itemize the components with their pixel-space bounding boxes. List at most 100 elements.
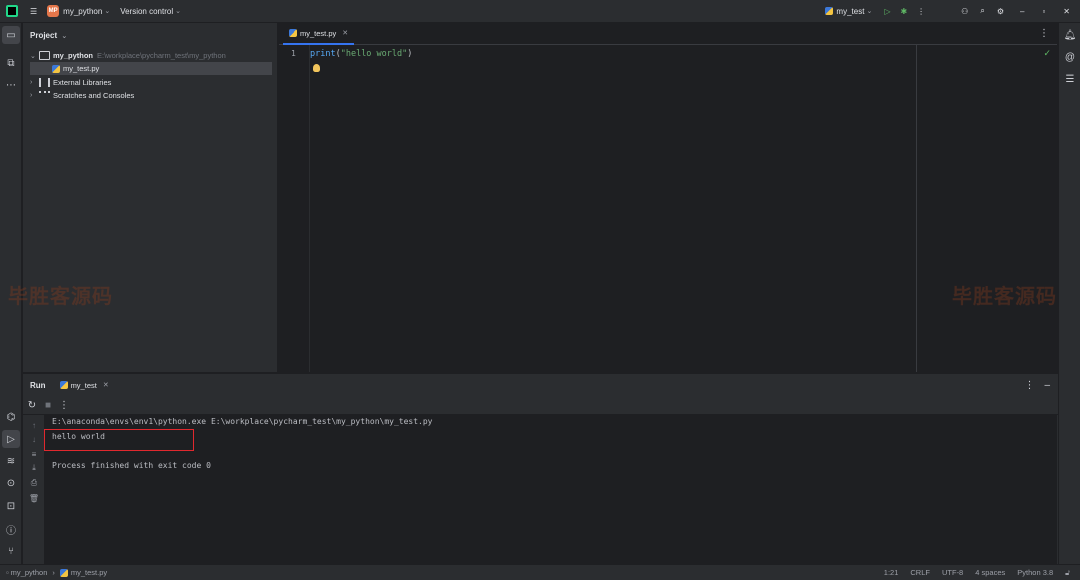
project-folder-icon[interactable]: ▭: [2, 26, 20, 44]
editor-tab-label: my_test.py: [300, 28, 337, 38]
tree-item-path: E:\workplace\pycharm_test\my_python: [97, 51, 226, 60]
problems-icon[interactable]: ⓘ: [2, 520, 20, 538]
chevron-down-icon: ⌄: [866, 8, 873, 15]
breadcrumb-project[interactable]: my_python: [11, 568, 48, 577]
run-panel-header: Run my_test ✕ ⋮ –: [23, 374, 1058, 396]
run-config-label: my_test: [836, 6, 865, 16]
run-panel-title: Run: [30, 380, 46, 390]
right-margin-guide: [916, 45, 917, 372]
chevron-right-icon: ›: [30, 79, 33, 86]
line-ending[interactable]: CRLF: [910, 568, 930, 578]
run-panel-more-icon[interactable]: ⋮: [1024, 380, 1034, 391]
intention-bulb-icon[interactable]: [313, 64, 320, 72]
database-icon[interactable]: ☰: [1061, 70, 1079, 88]
main-menu-icon[interactable]: ☰: [30, 7, 37, 16]
python-file-icon: [59, 381, 68, 389]
scroll-to-end-icon[interactable]: ⤓: [27, 462, 41, 474]
maximize-icon[interactable]: ▫: [1042, 7, 1045, 16]
editor-tab-bar: my_test.py ✕ ⋮: [279, 23, 1057, 45]
tree-item-project-root[interactable]: ⌄ my_python E:\workplace\pycharm_test\my…: [30, 49, 275, 62]
app-logo-icon[interactable]: [6, 5, 18, 17]
git-branch-icon[interactable]: ⑂: [2, 542, 20, 560]
soft-wrap-icon[interactable]: ≡: [27, 448, 41, 460]
chevron-down-icon: ⌄: [61, 33, 68, 40]
debug-icon[interactable]: ✱: [900, 7, 907, 16]
scroll-down-arrow-icon[interactable]: ↓: [27, 433, 41, 445]
library-icon: [39, 78, 50, 87]
breadcrumb: ▫ my_python › my_test.py: [6, 568, 107, 577]
project-panel-title-label: Project: [30, 31, 58, 40]
token-string: "hello world": [340, 49, 408, 59]
caret-position[interactable]: 1:21: [884, 568, 899, 578]
chevron-right-icon: ›: [52, 568, 55, 577]
search-icon[interactable]: ⌕: [980, 6, 984, 16]
stop-icon[interactable]: ■: [42, 400, 54, 411]
scratches-icon: [39, 91, 50, 100]
scroll-up-arrow-icon[interactable]: ↑: [27, 419, 41, 431]
status-widgets: 1:21 CRLF UTF-8 4 spaces Python 3.8 🔓︎: [872, 568, 1070, 578]
lock-icon[interactable]: 🔓︎: [1065, 568, 1070, 578]
tree-item-scratches[interactable]: › Scratches and Consoles: [30, 89, 275, 102]
editor-tab-my-test-py[interactable]: my_test.py ✕: [283, 23, 355, 45]
chevron-right-icon: ›: [30, 92, 33, 99]
vcs-label: Version control: [120, 6, 174, 16]
more-options-icon[interactable]: ⋮: [917, 7, 925, 16]
code-line[interactable]: print("hello world"): [310, 49, 412, 59]
structure-icon[interactable]: ⧉: [2, 54, 20, 72]
settings-gear-icon[interactable]: ⚙: [997, 7, 1004, 16]
python-file-icon: [289, 29, 297, 37]
clear-trash-icon[interactable]: 🗑︎: [27, 492, 41, 504]
tree-item-my-test-py[interactable]: my_test.py: [30, 62, 272, 75]
notifications-bell-icon[interactable]: 🔔︎: [1061, 26, 1079, 44]
editor-tabs-more-icon[interactable]: ⋮: [1039, 28, 1049, 39]
output-highlight-box: [44, 429, 194, 451]
python-packages-icon[interactable]: ⌬: [2, 408, 20, 426]
run-icon[interactable]: ▷: [884, 7, 890, 16]
python-file-icon: [825, 7, 834, 15]
watermark-left: 毕胜客源码: [8, 286, 113, 308]
gutter-divider: [309, 45, 310, 372]
code-editor[interactable]: 1 print("hello world") ✓: [279, 45, 1057, 372]
rerun-icon[interactable]: ↻: [26, 400, 38, 411]
chevron-down-icon: ⌄: [30, 52, 36, 60]
chevron-down-icon: ⌄: [104, 8, 111, 15]
module-icon: ▫: [6, 568, 9, 577]
tree-item-label: External Libraries: [53, 78, 112, 87]
more-tools-icon[interactable]: ⋯: [2, 76, 20, 94]
print-icon[interactable]: ⎙: [27, 477, 41, 489]
project-badge: MP: [47, 5, 60, 17]
terminal-icon[interactable]: ⊡: [2, 497, 20, 515]
line-number: 1: [291, 49, 296, 58]
tree-item-external-libraries[interactable]: › External Libraries: [30, 76, 275, 89]
project-panel: Project ⌄ ⌄ my_python E:\workplace\pycha…: [23, 23, 278, 372]
breadcrumb-file[interactable]: my_test.py: [71, 568, 107, 577]
layers-icon[interactable]: ≋: [2, 452, 20, 470]
token-paren: ): [407, 49, 413, 59]
minimize-icon[interactable]: –: [1020, 7, 1024, 16]
ai-assistant-icon[interactable]: @: [1061, 48, 1079, 66]
run-toolbar-more-icon[interactable]: ⋮: [58, 400, 70, 411]
vcs-selector[interactable]: Version control ⌄: [120, 7, 181, 16]
close-tab-icon[interactable]: ✕: [342, 29, 348, 37]
project-panel-title[interactable]: Project ⌄: [30, 31, 67, 40]
chevron-down-icon: ⌄: [175, 8, 181, 15]
inspection-ok-check-icon[interactable]: ✓: [1043, 48, 1051, 59]
project-selector[interactable]: MP my_python ⌄: [47, 5, 110, 17]
tree-item-label: Scratches and Consoles: [53, 91, 135, 100]
hide-panel-icon[interactable]: –: [1044, 380, 1050, 391]
console-output[interactable]: E:\anaconda\envs\env1\python.exe E:\work…: [44, 414, 1057, 564]
watermark-right: 毕胜客源码: [952, 286, 1057, 308]
run-tool-icon[interactable]: ▷: [2, 430, 20, 448]
run-tab-my-test[interactable]: my_test ✕: [59, 381, 109, 390]
services-icon[interactable]: ⊙: [2, 474, 20, 492]
right-tool-strip: 🔔︎ @ ☰: [1058, 23, 1080, 564]
tree-item-label: my_python: [53, 51, 94, 60]
close-window-icon[interactable]: ✕: [1063, 7, 1070, 16]
close-tab-icon[interactable]: ✕: [103, 381, 109, 389]
run-config-selector[interactable]: my_test ⌄: [825, 7, 872, 16]
add-user-icon[interactable]: ⚇: [961, 7, 968, 16]
token-function: print: [310, 49, 336, 59]
file-encoding[interactable]: UTF-8: [942, 568, 963, 578]
python-interpreter[interactable]: Python 3.8: [1017, 568, 1053, 578]
indent-setting[interactable]: 4 spaces: [975, 568, 1005, 578]
